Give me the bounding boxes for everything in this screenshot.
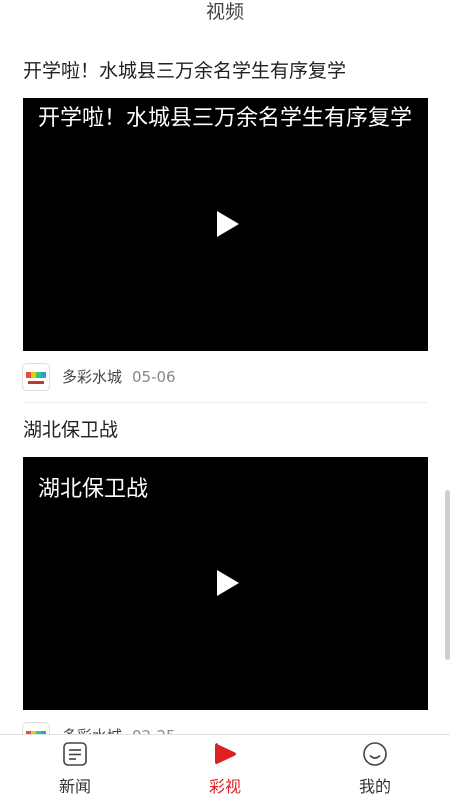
smiley-profile-icon [363, 742, 387, 766]
play-video-icon [215, 743, 236, 764]
scrollbar[interactable] [445, 490, 450, 660]
tab-profile-label: 我的 [358, 777, 391, 796]
page-title: 视频 [205, 1, 244, 23]
tab-profile[interactable]: 我的 [300, 735, 450, 800]
tab-video[interactable]: 彩视 [150, 735, 300, 800]
video-meta: 多彩水城 05-06 [22, 351, 427, 403]
tab-news-label: 新闻 [58, 777, 91, 796]
video-caption: 湖北保卫战 [38, 477, 149, 502]
news-icon [63, 742, 87, 766]
bottom-tab-bar: 新闻 彩视 我的 [0, 734, 450, 800]
video-caption: 开学啦！水城县三万余名学生有序复学 [38, 106, 413, 131]
video-date: 05-06 [132, 367, 176, 386]
tab-news[interactable]: 新闻 [0, 735, 150, 800]
tab-video-label: 彩视 [208, 777, 241, 796]
source-logo-icon [22, 362, 50, 391]
play-icon[interactable] [213, 569, 241, 597]
video-title[interactable]: 湖北保卫战 [23, 403, 427, 457]
page-header: 视频 [0, 0, 450, 30]
video-source: 多彩水城 [62, 725, 122, 734]
video-date: 02-25 [132, 727, 176, 735]
source-logo-icon [22, 721, 50, 734]
video-title[interactable]: 开学啦！水城县三万余名学生有序复学 [23, 44, 427, 98]
video-item[interactable]: 湖北保卫战 湖北保卫战 多彩水城 02-25 [0, 403, 450, 734]
video-player[interactable]: 湖北保卫战 [23, 457, 428, 710]
video-item[interactable]: 开学啦！水城县三万余名学生有序复学 开学啦！水城县三万余名学生有序复学 多彩水城… [0, 44, 450, 403]
video-source: 多彩水城 [62, 368, 123, 386]
video-player[interactable]: 开学啦！水城县三万余名学生有序复学 [23, 98, 428, 351]
video-meta: 多彩水城 02-25 [22, 710, 427, 735]
play-icon[interactable] [213, 210, 241, 238]
video-feed[interactable]: 开学啦！水城县三万余名学生有序复学 开学啦！水城县三万余名学生有序复学 多彩水城… [0, 44, 450, 734]
